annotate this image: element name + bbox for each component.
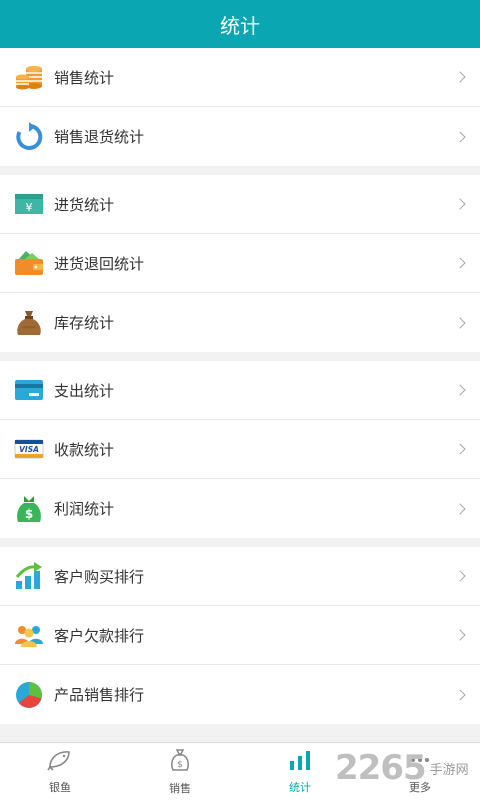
menu-item-label: 支出统计 <box>54 381 115 400</box>
menu-item-customer-purchase-rank[interactable]: 客户购买排行 <box>0 547 480 606</box>
chevron-right-icon <box>454 257 466 269</box>
return-arrow-icon <box>14 121 44 152</box>
menu-item-label: 客户欠款排行 <box>54 626 145 645</box>
menu-item-profit-stats[interactable]: $ 利润统计 <box>0 479 480 538</box>
menu-item-purchase-stats[interactable]: ¥ 进货统计 <box>0 175 480 234</box>
menu-item-customer-debt-rank[interactable]: 客户欠款排行 <box>0 606 480 665</box>
svg-text:$: $ <box>177 760 183 770</box>
coins-icon <box>14 62 44 92</box>
menu-item-purchase-return-stats[interactable]: 进货退回统计 <box>0 234 480 293</box>
menu-item-label: 销售统计 <box>54 68 115 87</box>
tab-stats[interactable]: 统计 <box>240 743 360 801</box>
menu-item-sales-stats[interactable]: 销售统计 <box>0 48 480 107</box>
fish-icon <box>47 749 73 775</box>
menu-item-label: 产品销售排行 <box>54 686 145 704</box>
chevron-right-icon <box>454 443 466 455</box>
chevron-right-icon <box>454 316 466 329</box>
menu-item-label: 收款统计 <box>54 440 115 459</box>
yuan-note-icon: ¥ <box>14 189 44 219</box>
wallet-icon <box>14 248 44 278</box>
menu-item-label: 利润统计 <box>54 500 115 518</box>
tab-more[interactable]: 更多 <box>360 743 480 801</box>
menu-item-label: 销售退货统计 <box>54 128 145 146</box>
menu-item-expense-stats[interactable]: 支出统计 <box>0 361 480 420</box>
page-title: 统计 <box>220 13 260 38</box>
menu-group-purchase: ¥ 进货统计 进货退回统计 库存统计 <box>0 175 480 352</box>
money-sack-icon <box>14 308 44 338</box>
people-icon <box>14 620 44 650</box>
menu-item-receipt-stats[interactable]: VISA 收款统计 <box>0 420 480 479</box>
svg-text:$: $ <box>25 507 33 521</box>
bottom-tab-bar: 银鱼 $ 销售 统计 更多 <box>0 742 480 801</box>
tab-label: 更多 <box>409 781 431 794</box>
svg-text:¥: ¥ <box>26 201 33 214</box>
tab-home[interactable]: 银鱼 <box>0 743 120 801</box>
menu-item-label: 库存统计 <box>54 314 115 332</box>
chevron-right-icon <box>454 502 466 515</box>
stats-menu: 销售统计 销售退货统计 ¥ 进货统计 进货退回统计 库存统计 支出统计 VISA… <box>0 48 480 733</box>
pie-chart-icon <box>14 680 44 710</box>
tab-sales[interactable]: $ 销售 <box>120 743 240 801</box>
chevron-right-icon <box>454 130 466 143</box>
menu-group-finance: 支出统计 VISA 收款统计 $ 利润统计 <box>0 361 480 538</box>
tab-label: 银鱼 <box>49 781 71 794</box>
chevron-right-icon <box>454 629 466 641</box>
menu-item-inventory-stats[interactable]: 库存统计 <box>0 293 480 352</box>
chevron-right-icon <box>454 198 466 210</box>
dollar-bag-icon: $ <box>14 494 44 524</box>
header-bar: 统计 <box>0 0 480 48</box>
menu-item-sales-return-stats[interactable]: 销售退货统计 <box>0 107 480 166</box>
money-bag-outline-icon: $ <box>168 748 192 776</box>
growth-chart-icon <box>14 561 44 591</box>
menu-item-label: 进货统计 <box>54 195 115 214</box>
chevron-right-icon <box>454 570 466 582</box>
menu-item-label: 进货退回统计 <box>54 254 145 273</box>
bar-chart-icon <box>288 749 312 775</box>
visa-card-icon: VISA <box>14 434 44 464</box>
credit-card-icon <box>14 375 44 405</box>
more-icon <box>408 749 432 775</box>
chevron-right-icon <box>454 71 466 83</box>
tab-label: 统计 <box>289 781 311 794</box>
chevron-right-icon <box>454 384 466 396</box>
chevron-right-icon <box>454 688 466 701</box>
menu-item-label: 客户购买排行 <box>54 567 145 586</box>
menu-item-product-sales-rank[interactable]: 产品销售排行 <box>0 665 480 724</box>
tab-label: 销售 <box>169 782 191 795</box>
menu-group-sales: 销售统计 销售退货统计 <box>0 48 480 166</box>
svg-text:VISA: VISA <box>19 445 39 454</box>
menu-group-ranking: 客户购买排行 客户欠款排行 产品销售排行 <box>0 547 480 724</box>
